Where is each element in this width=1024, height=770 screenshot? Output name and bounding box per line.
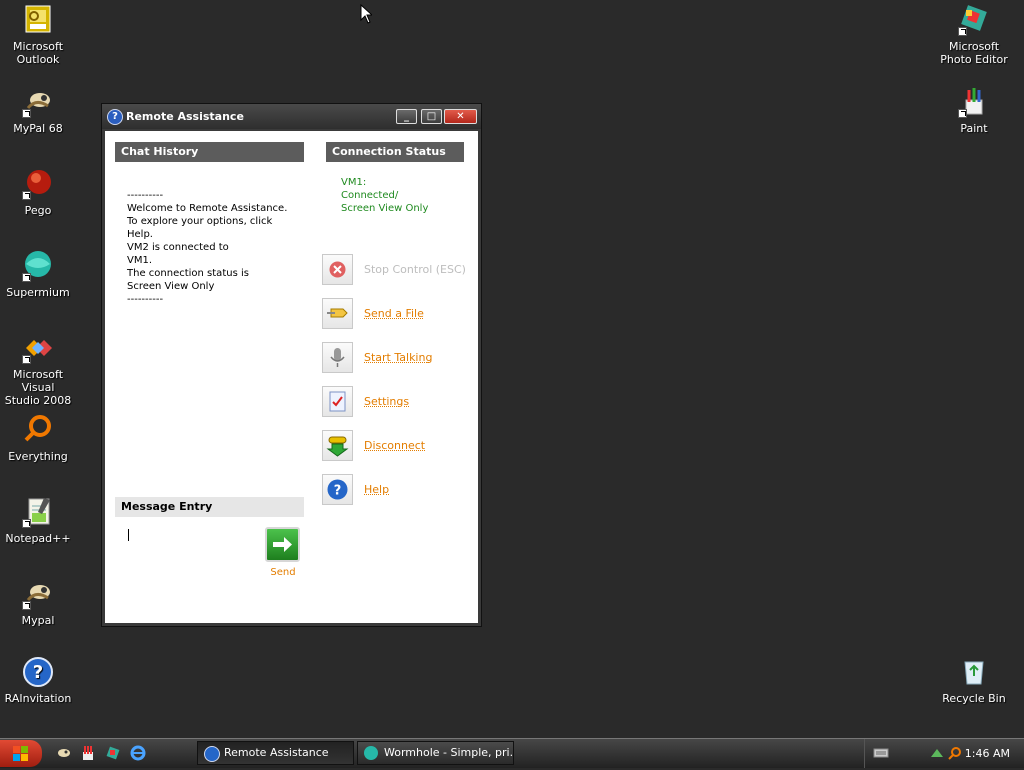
disconnect-button[interactable]: Disconnect	[322, 430, 472, 462]
desktop-icon-pego[interactable]: Pego	[0, 168, 76, 217]
desktop-icon-label: MyPal 68	[13, 122, 63, 135]
window-titlebar[interactable]: ? Remote Assistance _ □ ✕	[102, 104, 481, 129]
mouse-pointer-icon	[360, 4, 372, 24]
help-question-icon: ?	[322, 474, 353, 505]
help-button[interactable]: ? Help	[322, 474, 472, 506]
microphone-icon	[322, 342, 353, 373]
desktop-icon-label: Paint	[960, 122, 988, 135]
desktop-icon-label: Notepad++	[5, 532, 71, 545]
connection-status-heading: Connection Status	[326, 142, 464, 162]
taskbar-button-remote-assistance[interactable]: Remote Assistance	[197, 741, 354, 765]
everything-icon	[22, 414, 54, 446]
recycle-bin-icon	[958, 656, 990, 688]
desktop-icon-recycle-bin[interactable]: Recycle Bin	[936, 656, 1012, 705]
outlook-icon	[22, 4, 54, 36]
stop-control-button[interactable]: Stop Control (ESC)	[322, 254, 472, 286]
desktop-icon-label: Microsoft Visual Studio 2008	[4, 368, 72, 407]
send-button[interactable]	[265, 527, 300, 562]
start-button[interactable]	[0, 740, 42, 767]
desktop-icon-label: Microsoft Photo Editor	[940, 40, 1008, 66]
desktop-icon-label: Microsoft Outlook	[12, 40, 64, 66]
text-cursor	[128, 529, 129, 541]
paint-icon	[958, 86, 990, 118]
help-label: Help	[364, 483, 390, 496]
quicklaunch-mypal-icon[interactable]	[55, 745, 71, 761]
desktop-icon-label: RAInvitation	[4, 692, 72, 705]
wormhole-icon	[364, 746, 378, 760]
taskbar: Remote Assistance Wormhole - Simple, pri…	[0, 738, 1024, 768]
task-label: Remote Assistance	[224, 746, 329, 759]
desktop-icon-label: Mypal	[21, 614, 55, 627]
desktop-icon-paint[interactable]: Paint	[936, 86, 1012, 135]
desktop-icon-everything[interactable]: Everything	[0, 414, 76, 463]
stop-control-label: Stop Control (ESC)	[364, 263, 466, 276]
arrow-right-icon	[273, 537, 292, 552]
settings-label: Settings	[364, 395, 410, 408]
minimize-button[interactable]: _	[396, 109, 417, 124]
desktop-icon-label: Recycle Bin	[942, 692, 1006, 705]
desktop-icon-microsoft-outlook[interactable]: Microsoft Outlook	[0, 4, 76, 66]
window-client-area: Chat History ---------- Welcome to Remot…	[105, 131, 478, 623]
remote-assistance-window: ? Remote Assistance _ □ ✕ Chat History -…	[101, 103, 482, 627]
clock[interactable]: 1:46 AM	[965, 747, 1010, 760]
notepad-plus-plus-icon	[22, 496, 54, 528]
settings-checklist-icon	[322, 386, 353, 417]
help-question-icon: ?	[107, 109, 123, 125]
photo-editor-icon	[958, 4, 990, 36]
supermium-icon	[22, 250, 54, 282]
desktop-icon-microsoft-photo-editor[interactable]: Microsoft Photo Editor	[936, 4, 1012, 66]
desktop-icon-rainvitation[interactable]: ? RAInvitation	[0, 656, 76, 705]
quicklaunch-ie-icon[interactable]	[130, 745, 146, 761]
stop-icon	[322, 254, 353, 285]
disconnect-label: Disconnect	[364, 439, 426, 452]
send-file-icon	[322, 298, 353, 329]
mypal-icon	[22, 578, 54, 610]
start-talking-label: Start Talking	[364, 351, 433, 364]
mypal-icon	[22, 86, 54, 118]
svg-text:?: ?	[334, 484, 342, 499]
settings-button[interactable]: Settings	[322, 386, 472, 418]
desktop-icon-label: Everything	[8, 450, 68, 463]
taskbar-button-wormhole[interactable]: Wormhole - Simple, pri...	[357, 741, 514, 765]
disconnect-icon	[322, 430, 353, 461]
quicklaunch-photo-editor-icon[interactable]	[105, 745, 121, 761]
pego-icon	[22, 168, 54, 200]
quicklaunch-paint-icon[interactable]	[80, 745, 96, 761]
desktop-icon-label: Pego	[24, 204, 52, 217]
message-entry-input[interactable]	[121, 521, 257, 571]
close-button[interactable]: ✕	[444, 109, 477, 124]
send-file-button[interactable]: Send a File	[322, 298, 472, 330]
send-label[interactable]: Send	[265, 567, 301, 578]
desktop-icon-notepad-plus-plus[interactable]: Notepad++	[0, 496, 76, 545]
desktop-icon-supermium[interactable]: Supermium	[0, 250, 76, 299]
desktop-icon-label: Supermium	[6, 286, 70, 299]
message-entry-heading: Message Entry	[115, 497, 304, 517]
search-icon[interactable]	[947, 745, 963, 761]
windows-logo-icon	[13, 746, 28, 761]
send-file-label: Send a File	[364, 307, 424, 320]
connection-status-text: VM1: Connected/ Screen View Only	[341, 177, 429, 214]
task-label: Wormhole - Simple, pri...	[384, 746, 514, 759]
start-talking-button[interactable]: Start Talking	[322, 342, 472, 374]
maximize-button[interactable]: □	[421, 109, 442, 124]
svg-text:?: ?	[33, 662, 43, 683]
visual-studio-icon	[22, 332, 54, 364]
network-icon[interactable]	[929, 745, 945, 761]
window-title: Remote Assistance	[126, 110, 244, 123]
help-question-icon	[204, 746, 220, 762]
help-question-icon: ?	[22, 656, 54, 688]
desktop-icon-mypal[interactable]: Mypal	[0, 578, 76, 627]
chat-history-text: ---------- Welcome to Remote Assistance.…	[127, 190, 288, 305]
chat-history-heading: Chat History	[115, 142, 304, 162]
system-tray: 1:46 AM	[864, 739, 1024, 768]
desktop-icon-visual-studio-2008[interactable]: Microsoft Visual Studio 2008	[0, 332, 76, 407]
desktop-icon-mypal-68[interactable]: MyPal 68	[0, 86, 76, 135]
